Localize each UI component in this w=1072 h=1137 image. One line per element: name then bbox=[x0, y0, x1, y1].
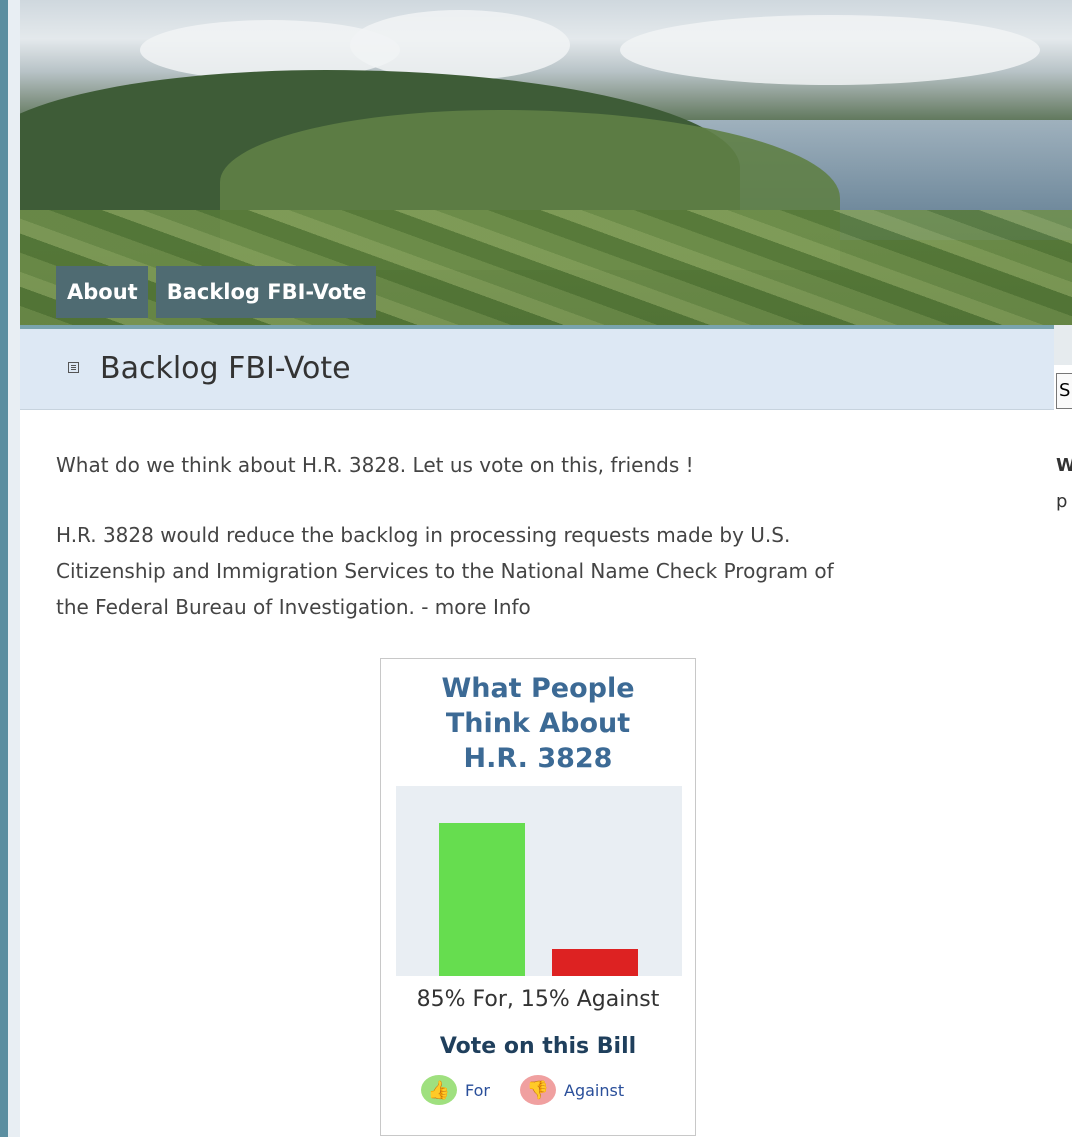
widget-title: What People Think About H.R. 3828 bbox=[441, 673, 635, 774]
vote-chart bbox=[396, 786, 682, 976]
sidebar-heading-fragment: W bbox=[1056, 455, 1072, 476]
vote-against-link[interactable]: Against bbox=[564, 1081, 624, 1100]
vote-buttons: 👍 For 👎 Against bbox=[421, 1075, 624, 1105]
vote-widget: What People Think About H.R. 3828 85% Fo… bbox=[380, 658, 696, 1136]
right-sidebar-partial: S W p bbox=[1054, 325, 1072, 1137]
left-gutter bbox=[8, 0, 20, 1137]
intro-text: What do we think about H.R. 3828. Let us… bbox=[56, 453, 694, 477]
page-title-bar: Backlog FBI-Vote bbox=[20, 329, 1054, 410]
vote-heading: Vote on this Bill bbox=[439, 1034, 637, 1059]
sidebar-search-box[interactable]: S bbox=[1056, 373, 1072, 409]
menu-icon bbox=[68, 362, 79, 373]
body-text-line-3[interactable]: the Federal Bureau of Investigation. - m… bbox=[56, 589, 1041, 625]
page-title: Backlog FBI-Vote bbox=[100, 351, 351, 386]
vote-for-link[interactable]: For bbox=[465, 1081, 490, 1100]
thumbs-down-icon[interactable]: 👎 bbox=[520, 1075, 556, 1105]
main-content: Backlog FBI-Vote What do we think about … bbox=[20, 325, 1054, 1137]
left-border bbox=[0, 0, 8, 1137]
chart-bar-against bbox=[552, 949, 638, 976]
chart-bar-for bbox=[439, 823, 525, 976]
sidebar-text-fragment: p bbox=[1056, 491, 1068, 512]
body-text-line-2: Citizenship and Immigration Services to … bbox=[56, 559, 834, 583]
nav-tab-about[interactable]: About bbox=[56, 266, 148, 318]
body-text-line-1: H.R. 3828 would reduce the backlog in pr… bbox=[56, 523, 791, 547]
main-nav: About Backlog FBI-Vote bbox=[56, 266, 377, 318]
nav-tab-backlog-fbi-vote[interactable]: Backlog FBI-Vote bbox=[155, 266, 377, 318]
header-banner: About Backlog FBI-Vote bbox=[20, 0, 1072, 325]
vote-summary: 85% For, 15% Against bbox=[416, 987, 660, 1012]
thumbs-up-icon[interactable]: 👍 bbox=[421, 1075, 457, 1105]
